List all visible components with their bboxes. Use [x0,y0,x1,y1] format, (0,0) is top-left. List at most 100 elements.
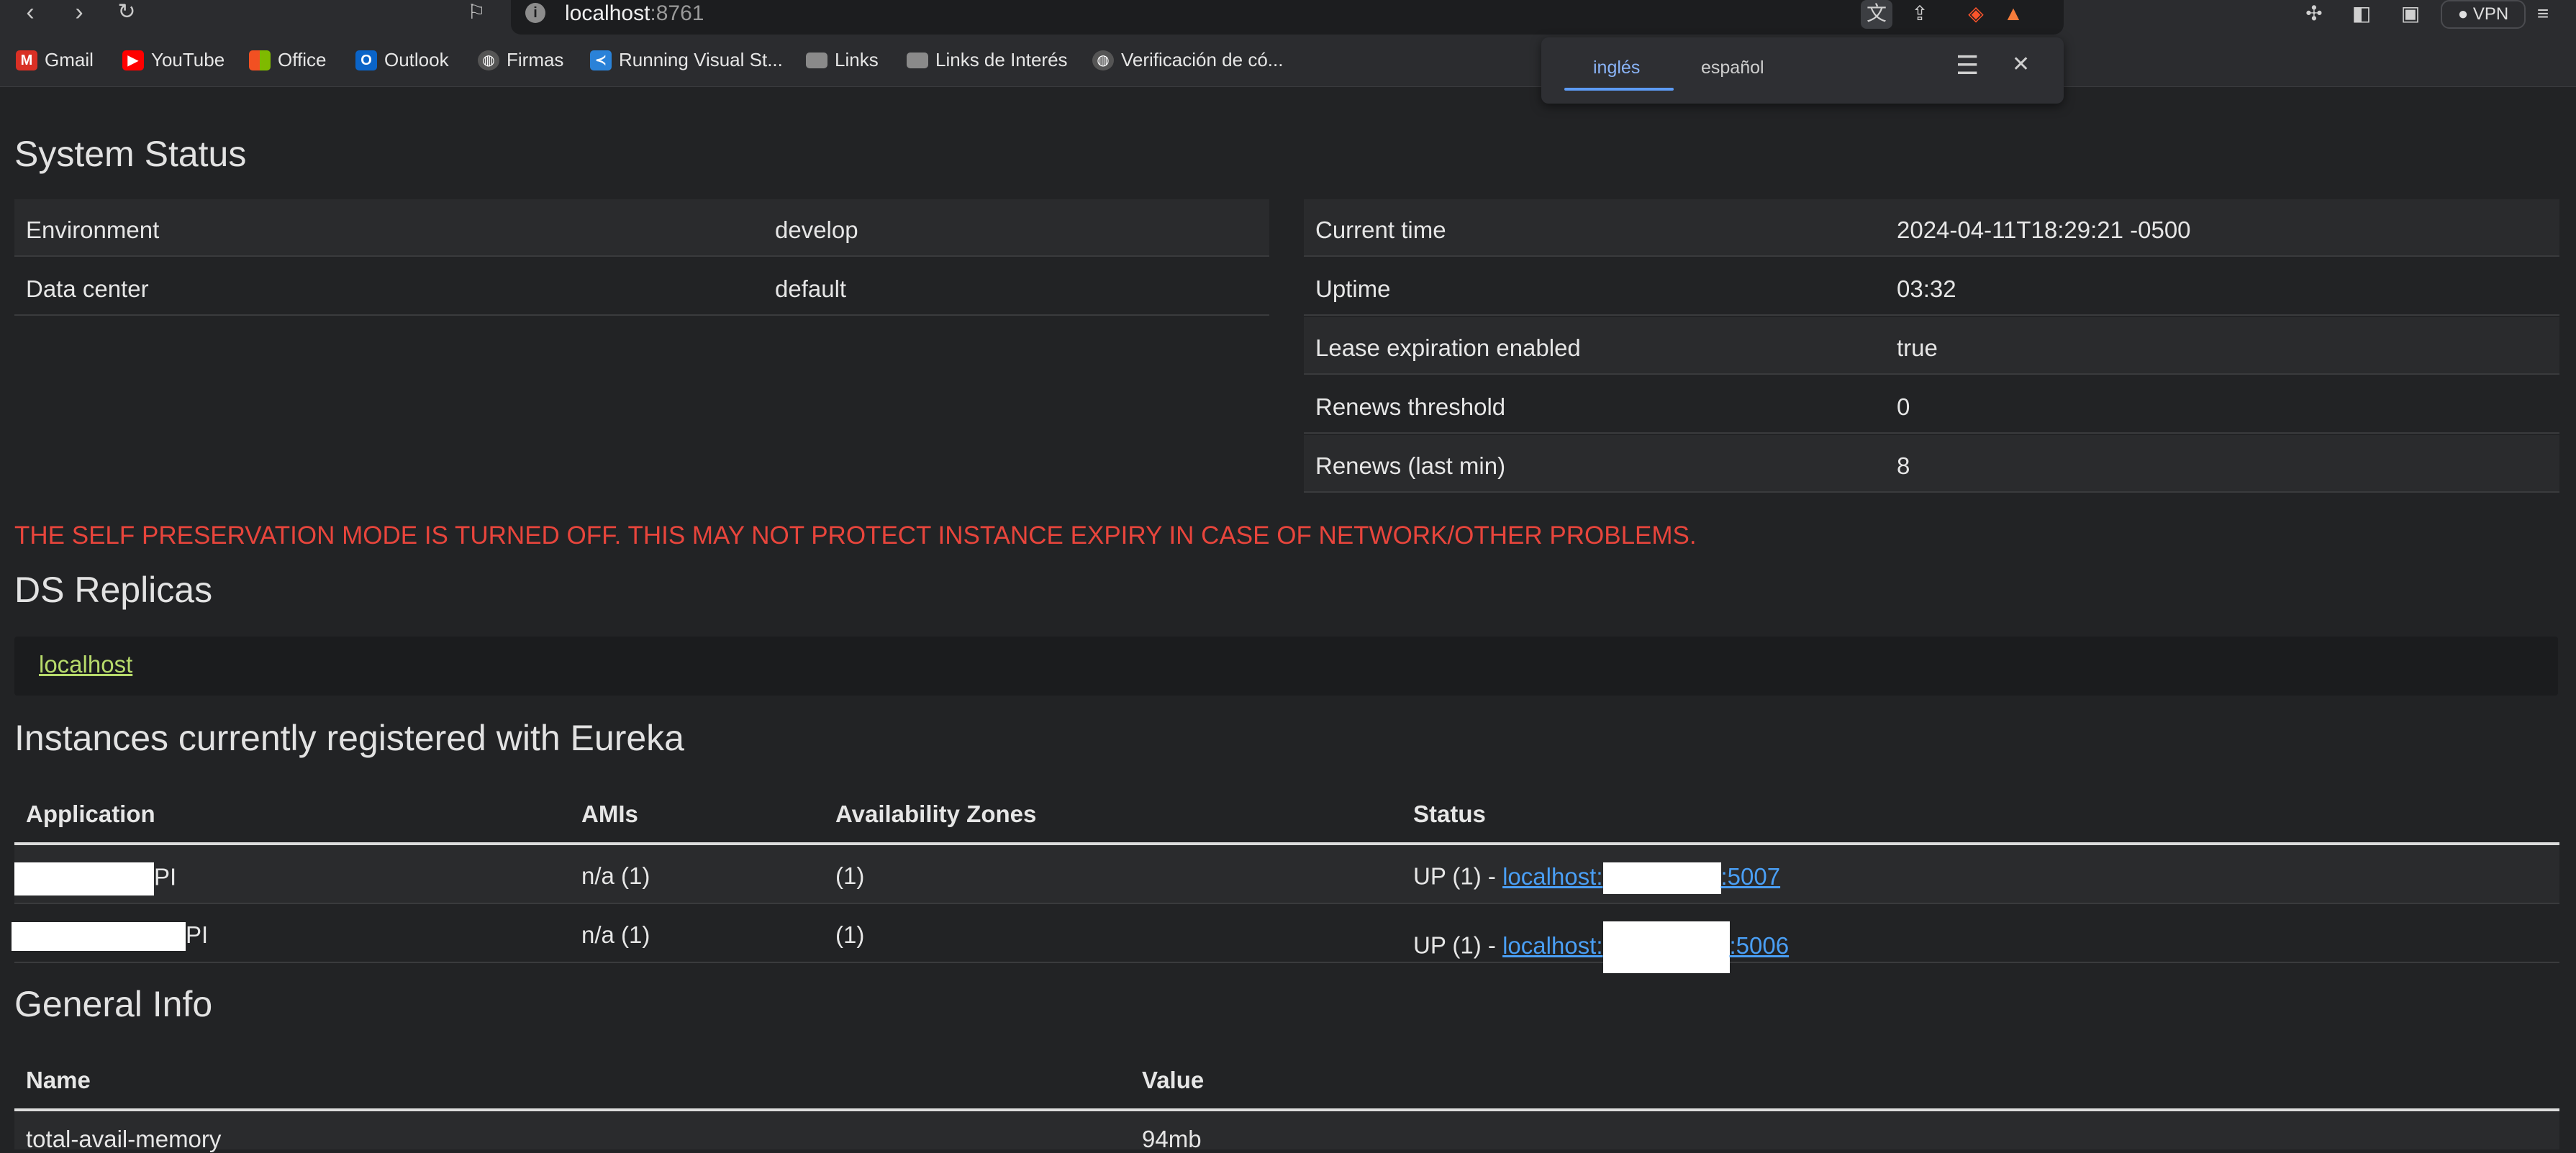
brave-rewards-icon[interactable]: ▲ [1997,0,2029,29]
share-icon[interactable]: ⇪ [1904,0,1936,29]
outlook-icon: O [355,50,377,70]
table-row: Data center default [14,258,1269,316]
status-cell: UP (1) - localhost::5006 [1413,921,1789,973]
status-text: UP (1) - [1413,862,1503,890]
redacted-block [14,862,154,895]
system-status-title: System Status [14,134,247,174]
url-text[interactable]: localhost:8761 [565,1,704,26]
replica-link[interactable]: localhost [39,651,132,678]
options-icon[interactable]: ☰ [1956,50,1979,81]
translate-icon[interactable]: 文 [1861,0,1892,29]
self-preservation-warning: THE SELF PRESERVATION MODE IS TURNED OFF… [14,521,1697,550]
status-label: Renews (last min) [1315,452,1506,479]
zones-value: (1) [835,862,865,889]
bookmark-links-de-interes[interactable]: Links de Interés [907,49,1068,71]
bookmarks-bar: M Gmail ▶ YouTube Office O Outlook ◍ Fir… [0,36,2576,87]
application-suffix: PI [154,863,177,890]
bookmark-office[interactable]: Office [249,49,326,71]
column-header: Name [26,1067,91,1093]
reload-icon[interactable]: ↻ [111,0,142,29]
status-label: Current time [1315,217,1446,243]
instances-title: Instances currently registered with Eure… [14,718,684,758]
bookmark-youtube[interactable]: ▶ YouTube [122,49,225,71]
bookmark-label: Verificación de có... [1121,49,1284,70]
bookmark-firmas[interactable]: ◍ Firmas [478,49,563,71]
general-info-title: General Info [14,984,213,1024]
column-header: AMIs [581,801,638,827]
folder-icon [806,52,827,68]
redacted-block [1602,862,1721,894]
redacted-block [12,922,186,952]
status-label: Renews threshold [1315,393,1506,420]
bookmark-links[interactable]: Links [806,49,879,71]
column-header: Value [1142,1067,1205,1093]
globe-icon: ◍ [1092,50,1114,70]
bookmark-label: YouTube [151,49,225,70]
table-row: total-avail-memory 94mb [14,1111,2559,1152]
table-row: Environment develop [14,199,1269,257]
column-header: Application [26,801,155,827]
status-label: Data center [26,275,149,302]
status-value: default [775,275,847,302]
bookmark-label: Running Visual St... [619,49,783,70]
globe-icon: ◍ [478,50,499,70]
status-value: develop [775,217,858,243]
replicas-list: localhost [14,637,2558,696]
bookmark-outlook[interactable]: O Outlook [355,49,449,71]
bookmark-label: Firmas [507,49,564,70]
address-bar[interactable]: i localhost:8761 文 ⇪ ◈ ▲ [511,0,2064,35]
browser-toolbar: ‹ › ↻ ⚐ i localhost:8761 文 ⇪ ◈ ▲ ✣ ◧ ▣ ●… [0,0,2576,36]
table-row: Uptime 03:32 [1304,258,2559,316]
bookmark-label: Links [835,49,879,70]
table-row: Lease expiration enabled true [1304,317,2559,375]
status-value: 8 [1897,452,1910,479]
tab-espanol[interactable]: español [1701,58,1764,78]
ds-replicas-title: DS Replicas [14,570,213,610]
bookmark-label: Links de Interés [935,49,1068,70]
bookmark-label: Outlook [384,49,449,70]
gmail-icon: M [16,50,37,70]
vscode-icon: ≺ [590,50,612,70]
instance-link[interactable]: localhost::5006 [1502,921,1790,973]
application-name: PI [14,862,176,895]
application-name: PI [12,921,209,952]
table-row: Renews threshold 0 [1304,376,2559,434]
sidebar-icon[interactable]: ◧ [2346,0,2377,29]
brave-shield-icon[interactable]: ◈ [1960,0,1992,29]
url-host: localhost [565,1,650,25]
bookmark-label: Gmail [45,49,94,70]
back-icon[interactable]: ‹ [14,0,46,29]
forward-icon[interactable]: › [63,0,95,29]
info-icon[interactable]: i [525,3,545,23]
status-value: true [1897,334,1938,361]
info-value: 94mb [1142,1126,1202,1152]
info-name: total-avail-memory [26,1126,222,1152]
application-suffix: PI [186,921,209,948]
extensions-icon[interactable]: ✣ [2298,0,2330,29]
tab-ingles[interactable]: inglés [1593,58,1640,78]
wallet-icon[interactable]: ▣ [2395,0,2426,29]
status-text: UP (1) - [1413,931,1503,959]
vpn-button[interactable]: ● VPN [2441,0,2526,29]
status-value: 03:32 [1897,275,1956,302]
menu-icon[interactable]: ≡ [2527,0,2559,29]
vpn-label: VPN [2472,4,2509,24]
amis-value: n/a (1) [581,862,650,889]
link-end: :5006 [1729,931,1790,959]
page-content: System Status Environment develop Data c… [0,87,2576,1152]
status-value: 0 [1897,393,1910,420]
instance-link[interactable]: localhost::5007 [1502,862,1780,894]
redacted-block [1602,921,1730,973]
url-port: :8761 [650,1,704,25]
table-header: Name Value [14,1049,2559,1111]
column-header: Availability Zones [835,801,1037,827]
status-value: 2024-04-11T18:29:21 -0500 [1897,217,2191,243]
bookmark-vscode[interactable]: ≺ Running Visual St... [590,49,783,71]
close-icon[interactable]: ✕ [2012,52,2030,77]
youtube-icon: ▶ [122,50,144,70]
bookmark-icon[interactable]: ⚐ [461,0,492,29]
table-header: Application AMIs Availability Zones Stat… [14,783,2559,845]
bookmark-verificacion[interactable]: ◍ Verificación de có... [1092,49,1283,71]
bookmark-gmail[interactable]: M Gmail [16,49,94,71]
link-start: localhost: [1502,862,1603,890]
